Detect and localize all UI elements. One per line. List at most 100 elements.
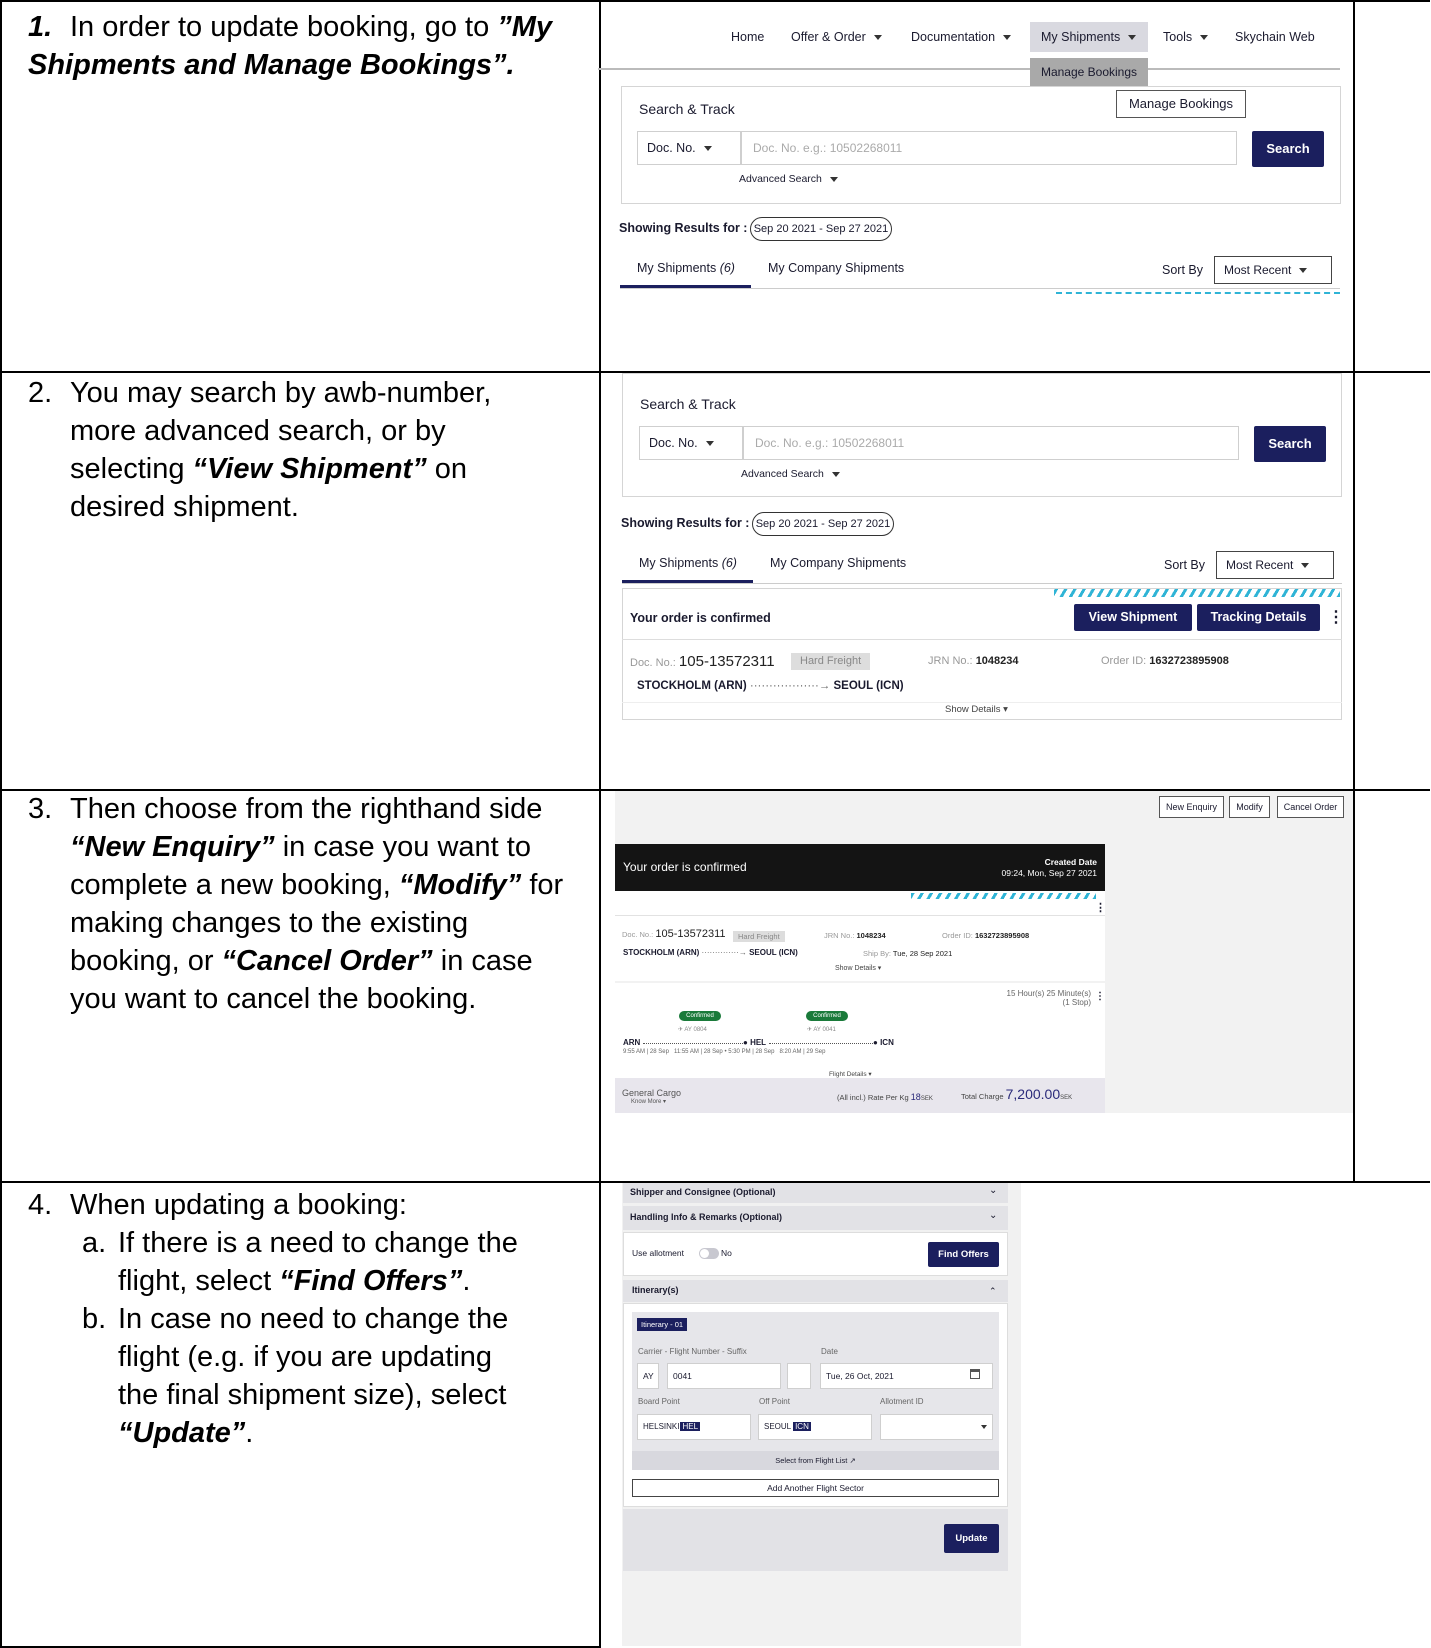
ship-by: Ship By: Tue, 28 Sep 2021 [863,949,953,958]
advanced-search-link[interactable]: Advanced Search [739,173,838,185]
allotment-toggle[interactable] [699,1248,719,1259]
search-button[interactable]: Search [1252,131,1324,167]
order-stripes [911,893,1096,899]
more-options-icon[interactable]: ⋮ [1328,607,1344,627]
duration: 15 Hour(s) 25 Minute(s) [1006,989,1091,998]
order-route: STOCKHOLM (ARN) ··············→ SEOUL (I… [623,948,798,957]
dropdown-manage-bookings[interactable]: Manage Bookings [1030,58,1148,86]
off-label: Off Point [759,1397,790,1406]
handling-label: Handling Info & Remarks (Optional) [630,1212,783,1222]
date-range-pill[interactable]: Sep 20 2021 - Sep 27 2021 [750,217,892,241]
results-label: Showing Results for : [619,221,748,235]
tracking-details-button[interactable]: Tracking Details [1197,604,1320,631]
card-stripes [1054,589,1340,597]
cancel-order-button[interactable]: Cancel Order [1277,796,1344,818]
order-more-icon[interactable]: ⋮ [1095,901,1106,914]
tab-my-shipments[interactable]: My Shipments (6) [637,261,735,275]
add-sector-button[interactable]: Add Another Flight Sector [632,1479,999,1497]
tab-company-shipments[interactable]: My Company Shipments [768,261,904,275]
screenshot-1: Home Offer & Order Documentation My Ship… [598,2,1353,371]
suffix-input[interactable] [787,1363,811,1389]
step-1-text: 1. In order to update booking, go to ”My … [28,11,553,81]
jrn-number: JRN No.: 1048234 [928,655,1019,667]
itinerary-chevron-icon[interactable]: ⌃ [989,1286,997,1297]
select-flight-list-link[interactable]: Select from Flight List ↗ [632,1451,999,1470]
doc-number-input-2[interactable]: Doc. No. e.g.: 10502268011 [743,426,1239,460]
new-enquiry-button[interactable]: New Enquiry [1159,796,1224,818]
created-date-label: Created Date [1044,857,1097,867]
allotment-chevron-icon[interactable] [981,1425,987,1429]
airport-hel: ● HEL [743,1038,767,1047]
order-id-3: Order ID: 1632723895908 [942,931,1030,940]
nav-offer-order[interactable]: Offer & Order [791,30,901,44]
update-button[interactable]: Update [944,1524,999,1553]
step-4-text: 4. When updating a booking: [28,1189,407,1221]
off-input[interactable]: SEOUL ICN [758,1414,872,1440]
card-divider [622,639,1342,640]
search-title: Search & Track [639,101,735,117]
search-button-2[interactable]: Search [1254,426,1326,462]
step-2-text: 2. You may search by awb-number, more adv… [28,377,492,523]
confirmed-badge-1: Confirmed [679,1011,721,1021]
doc-type-select-2[interactable]: Doc. No. [639,426,743,460]
screenshot-3: New Enquiry Modify Cancel Order Your ord… [601,791,1353,1179]
advanced-search-link-2[interactable]: Advanced Search [741,468,840,480]
shipper-chevron-icon[interactable]: ⌄ [989,1185,997,1196]
step-4b-text: b. In case no need to change the flight … [82,1303,509,1449]
allotment-id-select[interactable] [880,1414,993,1440]
cargo-type: General Cargo [622,1088,682,1098]
flight-1: ✈ AY 0804 [678,1027,707,1033]
step-4a-text: a. If there is a need to change the flig… [82,1227,518,1297]
rate: (All incl.) Rate Per Kg 18SEK [837,1092,933,1102]
itinerary-tag: Itinerary - 01 [637,1318,688,1331]
doc-type-select[interactable]: Doc. No. [637,131,741,165]
sort-select-2[interactable]: Most Recent [1216,551,1334,579]
tabs-divider [620,288,1340,289]
search-title-2: Search & Track [640,396,736,412]
show-details-link[interactable]: Show Details ▾ [945,704,1008,715]
allotment-value: No [721,1248,732,1258]
nav-home[interactable]: Home [731,30,791,44]
shipper-label: Shipper and Consignee (Optional) [630,1187,776,1197]
flight-more-icon[interactable]: ⋮ [1095,991,1105,1002]
doc-number-input[interactable]: Doc. No. e.g.: 10502268011 [741,131,1237,165]
board-input[interactable]: HELSINKI HEL [637,1414,751,1440]
nav-documentation[interactable]: Documentation [911,30,1036,44]
date-range-pill-2[interactable]: Sep 20 2021 - Sep 27 2021 [752,512,894,536]
tab-my-shipments-2[interactable]: My Shipments (6) [639,556,737,570]
order-divider [615,915,1105,916]
date-input[interactable]: Tue, 26 Oct, 2021 [820,1363,993,1389]
sort-label: Sort By [1162,263,1203,277]
calendar-icon[interactable] [970,1369,980,1379]
nav-divider [598,68,1340,70]
allotment-label: Use allotment [632,1248,684,1258]
nav-skychain-web[interactable]: Skychain Web [1235,30,1315,44]
handling-chevron-icon[interactable]: ⌄ [989,1210,997,1221]
itinerary-box [632,1312,999,1470]
nav-my-shipments[interactable]: My Shipments [1041,30,1136,44]
order-tag: Hard Freight [733,931,785,942]
hard-freight-tag: Hard Freight [791,653,871,670]
screenshot-2: Search & Track Doc. No. Doc. No. e.g.: 1… [601,373,1353,789]
sort-label-2: Sort By [1164,558,1205,572]
created-date: 09:24, Mon, Sep 27 2021 [1001,868,1097,878]
carrier-input[interactable]: AY [637,1363,659,1389]
nav-tools[interactable]: Tools [1163,30,1208,44]
date-label: Date [821,1347,838,1356]
board-label: Board Point [638,1397,680,1406]
modify-button[interactable]: Modify [1229,796,1270,818]
stops: (1 Stop) [1062,998,1091,1007]
view-shipment-button[interactable]: View Shipment [1074,604,1192,631]
order-show-details[interactable]: Show Details ▾ [835,964,881,972]
know-more-link[interactable]: Know More ▾ [631,1098,666,1105]
itinerary-section[interactable] [623,1280,1008,1302]
flight-number-input[interactable]: 0041 [667,1363,781,1389]
route: STOCKHOLM (ARN) ··················→ SEOU… [637,680,904,692]
tab-company-shipments-2[interactable]: My Company Shipments [770,556,906,570]
sort-select[interactable]: Most Recent [1214,256,1332,284]
find-offers-button[interactable]: Find Offers [928,1242,999,1267]
card-divider-2 [622,702,1342,703]
airport-icn: ● ICN [873,1038,894,1047]
confirmed-badge-2: Confirmed [806,1011,848,1021]
loading-dashes [1056,292,1340,294]
